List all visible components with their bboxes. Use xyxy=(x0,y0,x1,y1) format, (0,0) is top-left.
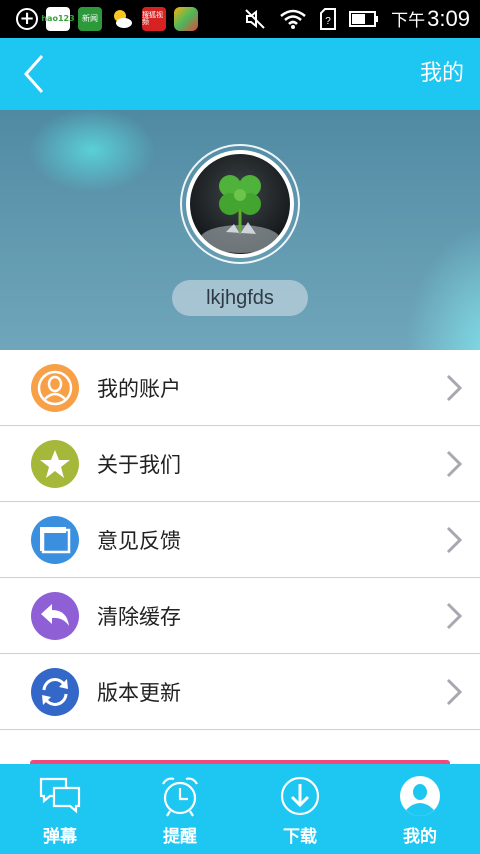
chat-icon xyxy=(39,777,81,814)
username: lkjhgfds xyxy=(172,280,308,316)
chevron-left-icon xyxy=(23,55,44,93)
chevron-right-icon xyxy=(446,450,463,478)
menu-label: 清除缓存 xyxy=(97,604,181,629)
menu-item-clear-cache[interactable]: 清除缓存 xyxy=(0,578,480,654)
system-status: ? 下午 3:09 xyxy=(243,0,470,38)
clock: 下午 3:09 xyxy=(391,6,470,32)
add-icon: + xyxy=(16,8,38,30)
menu-item-my-account[interactable]: 我的账户 xyxy=(0,350,480,426)
news-icon: 新闻 xyxy=(78,7,102,31)
undo-icon xyxy=(31,592,79,640)
user-icon xyxy=(400,776,440,816)
star-icon xyxy=(31,440,79,488)
menu-item-feedback[interactable]: 意见反馈 xyxy=(0,502,480,578)
settings-menu: 我的账户 关于我们 意见反馈 清除缓存 版本更新 xyxy=(0,350,480,730)
tab-label: 提醒 xyxy=(163,827,197,847)
weather-icon xyxy=(110,7,134,31)
tab-mine[interactable]: 我的 xyxy=(360,764,480,854)
bottom-nav: 弹幕 提醒 下载 我的 xyxy=(0,764,480,854)
status-bar: + hao123 新闻 搜狐视频 ? 下午 3:09 xyxy=(0,0,480,38)
sim-icon: ? xyxy=(319,7,337,31)
profile-header: lkjhgfds xyxy=(0,110,480,350)
back-button[interactable] xyxy=(14,52,58,96)
notification-icons: + hao123 新闻 搜狐视频 xyxy=(0,7,198,31)
time: 3:09 xyxy=(427,6,470,31)
sohu-video-icon: 搜狐视频 xyxy=(142,7,166,31)
menu-label: 我的账户 xyxy=(97,376,181,401)
mute-icon xyxy=(243,7,267,31)
menu-label: 关于我们 xyxy=(97,452,181,477)
alarm-clock-icon xyxy=(162,777,198,817)
app-store-icon xyxy=(174,7,198,31)
svg-text:?: ? xyxy=(325,16,331,27)
hao123-icon: hao123 xyxy=(41,7,75,31)
tab-download[interactable]: 下载 xyxy=(240,764,360,854)
chevron-right-icon xyxy=(446,678,463,706)
refresh-icon xyxy=(31,668,79,716)
window-icon xyxy=(31,516,79,564)
tab-danmaku[interactable]: 弹幕 xyxy=(0,764,120,854)
tab-reminder[interactable]: 提醒 xyxy=(120,764,240,854)
avatar[interactable] xyxy=(180,144,300,264)
tab-label: 弹幕 xyxy=(43,827,77,847)
tab-label: 我的 xyxy=(403,827,437,847)
page-title: 我的 xyxy=(419,61,464,86)
menu-item-about-us[interactable]: 关于我们 xyxy=(0,426,480,502)
menu-label: 版本更新 xyxy=(97,680,181,705)
user-icon xyxy=(31,364,79,412)
clover-avatar xyxy=(186,150,294,258)
app-header: 我的 xyxy=(0,38,480,110)
menu-label: 意见反馈 xyxy=(97,528,181,553)
time-prefix: 下午 xyxy=(391,11,426,31)
download-icon xyxy=(280,776,320,816)
chevron-right-icon xyxy=(446,602,463,630)
wifi-icon xyxy=(279,8,307,30)
tab-label: 下载 xyxy=(283,827,317,847)
chevron-right-icon xyxy=(446,374,463,402)
menu-item-version-update[interactable]: 版本更新 xyxy=(0,654,480,730)
battery-icon xyxy=(349,10,379,28)
chevron-right-icon xyxy=(446,526,463,554)
